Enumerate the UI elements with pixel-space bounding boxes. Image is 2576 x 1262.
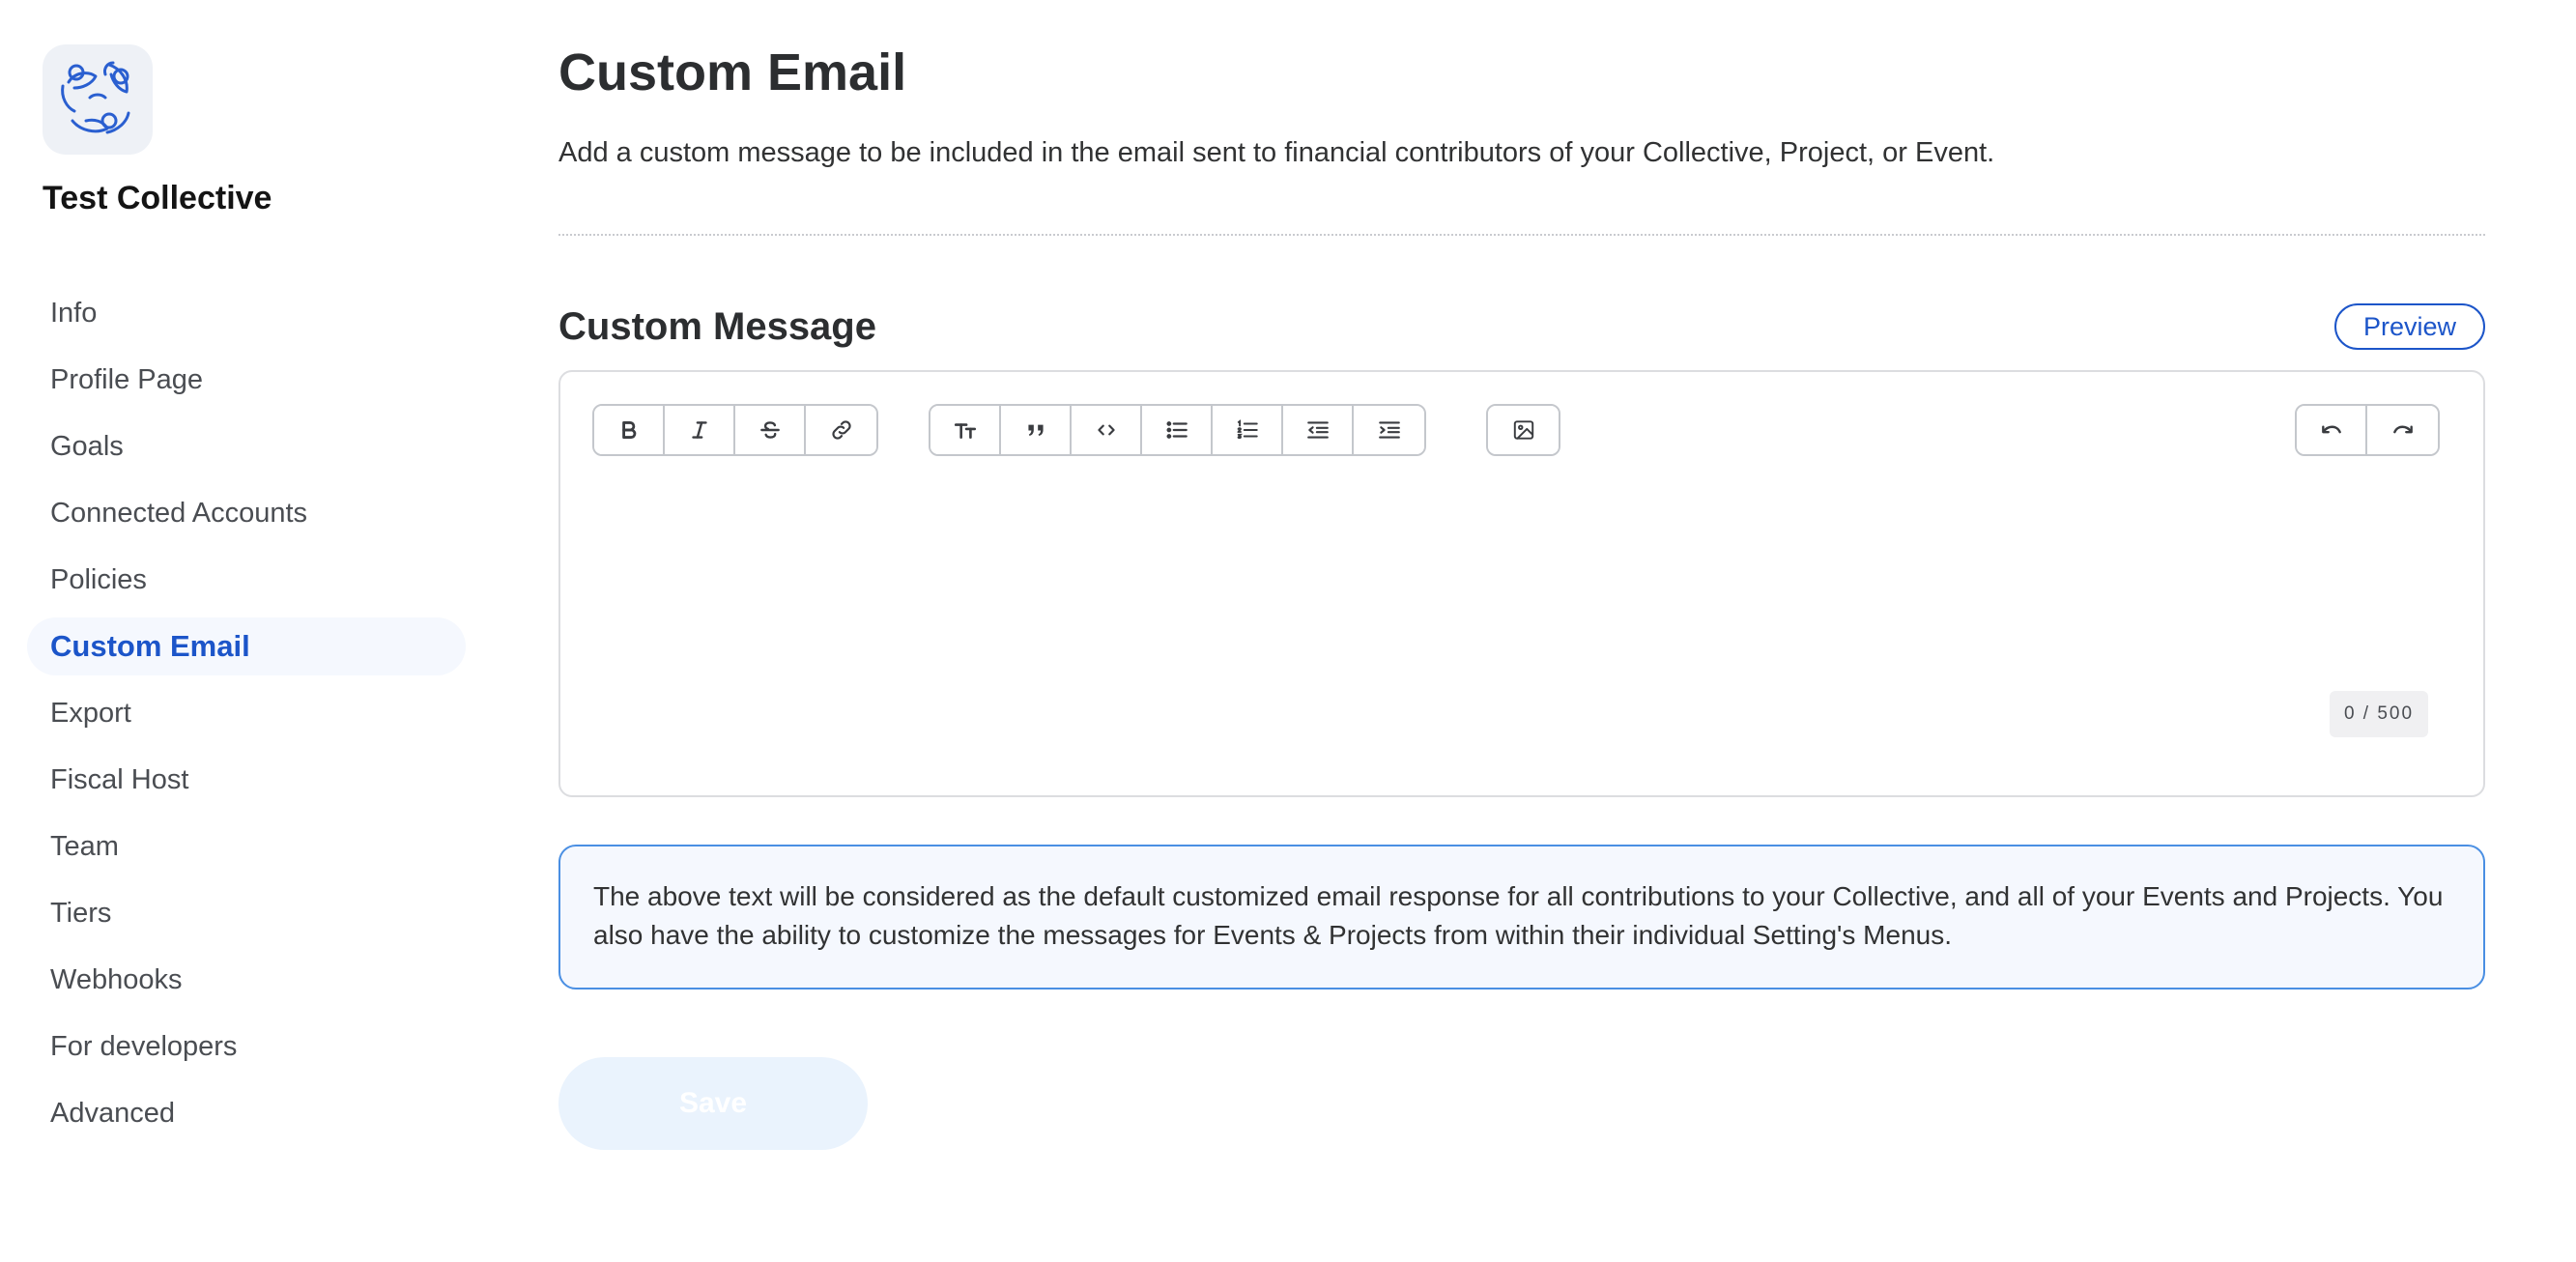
collective-name: Test Collective: [43, 180, 272, 216]
link-button[interactable]: [806, 406, 876, 454]
nav-item-team[interactable]: Team: [27, 817, 466, 875]
nav-item-goals[interactable]: Goals: [27, 417, 466, 475]
italic-icon: [691, 421, 707, 439]
page-title: Custom Email: [558, 43, 907, 101]
link-icon: [831, 420, 851, 440]
nav-item-for-developers[interactable]: For developers: [27, 1018, 466, 1076]
settings-nav: Info Profile Page Goals Connected Accoun…: [27, 284, 466, 1151]
toolbar-image-group: [1486, 404, 1560, 456]
toolbar-block-group: [929, 404, 1426, 456]
numbered-list-button[interactable]: [1213, 406, 1283, 454]
redo-button[interactable]: [2367, 406, 2438, 454]
quote-icon: [1027, 424, 1044, 436]
rich-text-editor[interactable]: 0 / 500: [558, 370, 2485, 797]
nav-item-webhooks[interactable]: Webhooks: [27, 951, 466, 1009]
strikethrough-button[interactable]: [735, 406, 806, 454]
nav-item-export[interactable]: Export: [27, 684, 466, 742]
toolbar-history-group: [2295, 404, 2440, 456]
divider: [558, 234, 2485, 236]
code-button[interactable]: [1072, 406, 1142, 454]
bullet-list-button[interactable]: [1142, 406, 1213, 454]
bold-button[interactable]: [594, 406, 665, 454]
numbered-list-icon: [1237, 419, 1258, 440]
outdent-button[interactable]: [1283, 406, 1354, 454]
toolbar-format-group: [592, 404, 878, 456]
heading-button[interactable]: [930, 406, 1001, 454]
save-button[interactable]: Save: [558, 1057, 868, 1150]
page-description: Add a custom message to be included in t…: [558, 137, 1995, 168]
nav-item-custom-email[interactable]: Custom Email: [27, 617, 466, 675]
nav-item-connected-accounts[interactable]: Connected Accounts: [27, 484, 466, 542]
info-message: The above text will be considered as the…: [558, 845, 2485, 990]
image-icon: [1513, 420, 1533, 440]
editor-content-area[interactable]: [592, 478, 2447, 672]
code-icon: [1097, 424, 1115, 436]
bullet-list-icon: [1165, 421, 1188, 439]
heading-icon: [954, 423, 976, 439]
indent-button[interactable]: [1354, 406, 1424, 454]
outdent-icon: [1306, 421, 1329, 439]
quote-button[interactable]: [1001, 406, 1072, 454]
image-button[interactable]: [1488, 406, 1559, 454]
indent-icon: [1378, 421, 1400, 439]
nav-item-advanced[interactable]: Advanced: [27, 1084, 466, 1142]
nav-item-tiers[interactable]: Tiers: [27, 884, 466, 942]
nav-item-profile-page[interactable]: Profile Page: [27, 351, 466, 409]
nav-item-policies[interactable]: Policies: [27, 551, 466, 609]
character-counter: 0 / 500: [2330, 691, 2428, 737]
bold-icon: [621, 421, 636, 439]
page: Test Collective Info Profile Page Goals …: [0, 0, 2576, 1262]
lightbulb-hands-icon: [61, 61, 130, 134]
nav-item-fiscal-host[interactable]: Fiscal Host: [27, 751, 466, 809]
strikethrough-icon: [759, 421, 780, 439]
undo-icon: [2321, 425, 2341, 434]
redo-icon: [2392, 425, 2413, 434]
undo-button[interactable]: [2297, 406, 2367, 454]
sidebar: Test Collective Info Profile Page Goals …: [0, 0, 483, 1262]
preview-button[interactable]: Preview: [2334, 303, 2485, 350]
collective-logo[interactable]: [43, 44, 153, 155]
nav-item-info[interactable]: Info: [27, 284, 466, 342]
section-title: Custom Message: [558, 305, 876, 348]
italic-button[interactable]: [665, 406, 735, 454]
